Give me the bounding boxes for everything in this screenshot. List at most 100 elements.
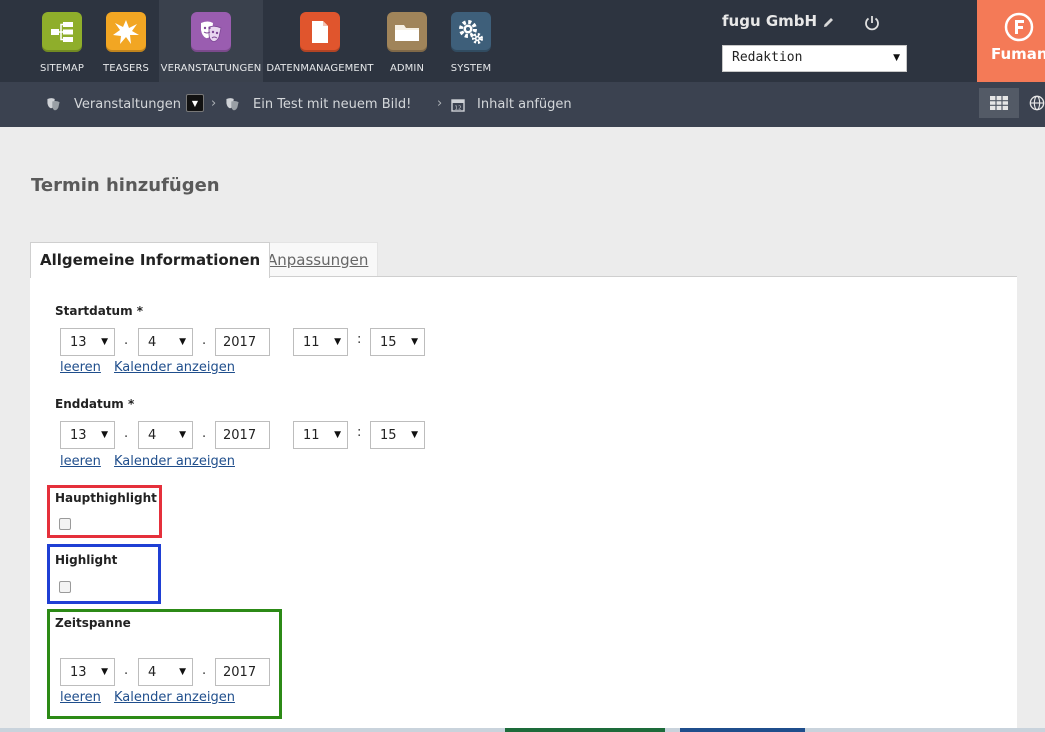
start-month-value: 4 (148, 335, 157, 350)
span-month-select[interactable]: 4 ▼ (138, 658, 193, 686)
end-hour-select[interactable]: 11 ▼ (293, 421, 348, 449)
end-minute-select[interactable]: 15 ▼ (370, 421, 425, 449)
start-clear-link[interactable]: leeren (60, 360, 101, 375)
time-separator: : (357, 332, 362, 347)
highlight-checkbox[interactable] (59, 581, 71, 593)
end-calendar-link[interactable]: Kalender anzeigen (114, 454, 235, 469)
highlight-label: Highlight (55, 553, 118, 567)
theater-masks-icon (226, 98, 239, 111)
caret-down-icon: ▼ (191, 98, 199, 108)
date-separator: . (124, 663, 129, 678)
nav-label-datenmanagement: DATENMANAGEMENT (266, 63, 374, 74)
start-hour-select[interactable]: 11 ▼ (293, 328, 348, 356)
chevron-down-icon: ▼ (101, 337, 108, 347)
span-day-select[interactable]: 13 ▼ (60, 658, 115, 686)
breadcrumb-item-veranstaltungen[interactable]: Veranstaltungen (45, 82, 181, 127)
chevron-right-icon: › (437, 96, 443, 111)
chevron-down-icon: ▼ (101, 667, 108, 677)
zeitspanne-label: Zeitspanne (55, 616, 131, 630)
end-clear-link[interactable]: leeren (60, 454, 101, 469)
date-separator: . (124, 426, 129, 441)
calendar-icon: 12 (451, 98, 465, 112)
span-month-value: 4 (148, 665, 157, 680)
start-minute-value: 15 (380, 335, 397, 350)
brand-text: Fuman (991, 45, 1045, 63)
date-separator: . (124, 333, 129, 348)
start-month-select[interactable]: 4 ▼ (138, 328, 193, 356)
end-hour-value: 11 (303, 428, 320, 443)
end-day-value: 13 (70, 428, 87, 443)
grid-icon (990, 96, 1008, 110)
span-calendar-link[interactable]: Kalender anzeigen (114, 690, 235, 705)
end-year-input[interactable] (215, 421, 270, 449)
breadcrumb-dropdown-button[interactable]: ▼ (186, 94, 204, 112)
tab-allgemeine-informationen[interactable]: Allgemeine Informationen (30, 242, 271, 278)
company-name: fugu GmbH (722, 12, 818, 30)
nav-item-system[interactable]: SYSTEM (441, 0, 501, 82)
breadcrumb-item-inhalt[interactable]: 12 Inhalt anfügen (451, 82, 572, 127)
chevron-down-icon: ▼ (179, 667, 186, 677)
startdatum-label: Startdatum * (55, 304, 144, 318)
breadcrumb-label: Ein Test mit neuem Bild! (253, 97, 412, 112)
chevron-down-icon: ▼ (411, 337, 418, 347)
nav-item-veranstaltungen[interactable]: VERANSTALTUNGEN (159, 0, 263, 82)
start-minute-select[interactable]: 15 ▼ (370, 328, 425, 356)
start-year-input[interactable] (215, 328, 270, 356)
date-separator: . (202, 426, 207, 441)
start-day-select[interactable]: 13 ▼ (60, 328, 115, 356)
chevron-down-icon: ▼ (411, 430, 418, 440)
bottom-edge-segment (505, 728, 665, 732)
chevron-down-icon: ▼ (179, 430, 186, 440)
brand-logo-area[interactable]: Fuman (977, 0, 1045, 82)
power-icon[interactable] (863, 14, 881, 32)
end-day-select[interactable]: 13 ▼ (60, 421, 115, 449)
chevron-down-icon: ▼ (334, 337, 341, 347)
enddatum-label: Enddatum * (55, 397, 135, 411)
chevron-down-icon: ▼ (334, 430, 341, 440)
page-title: Termin hinzufügen (31, 175, 220, 196)
chevron-down-icon: ▼ (101, 430, 108, 440)
theater-masks-icon (47, 98, 60, 111)
bottom-edge-segment (680, 728, 805, 732)
role-select[interactable]: Redaktion ▼ (722, 45, 907, 72)
nav-label-teasers: TEASERS (103, 63, 149, 74)
brand-logo-icon (1004, 12, 1034, 42)
nav-label-system: SYSTEM (450, 63, 492, 74)
chevron-right-icon: › (211, 96, 217, 111)
nav-item-teasers[interactable]: TEASERS (97, 0, 155, 82)
breadcrumb: Veranstaltungen › Ein Test mit neuem Bil… (0, 82, 1045, 127)
nav-label-admin: ADMIN (389, 63, 425, 74)
nav-item-datenmanagement[interactable]: DATENMANAGEMENT (266, 0, 374, 82)
folder-icon (387, 12, 427, 52)
pencil-icon[interactable] (821, 14, 835, 30)
end-month-select[interactable]: 4 ▼ (138, 421, 193, 449)
nav-item-admin[interactable]: ADMIN (377, 0, 437, 82)
time-separator: : (357, 425, 362, 440)
tab-anpassungen[interactable]: Anpassungen (257, 242, 379, 277)
span-clear-link[interactable]: leeren (60, 690, 101, 705)
end-minute-value: 15 (380, 428, 397, 443)
sitemap-icon (42, 12, 82, 52)
haupthighlight-label: Haupthighlight (55, 491, 157, 505)
theater-masks-icon (191, 12, 231, 52)
language-button[interactable] (1021, 88, 1045, 118)
date-separator: . (202, 663, 207, 678)
grid-view-button[interactable] (979, 88, 1019, 118)
burst-icon (106, 12, 146, 52)
date-separator: . (202, 333, 207, 348)
span-year-input[interactable] (215, 658, 270, 686)
chevron-down-icon: ▼ (893, 53, 900, 63)
nav-label-sitemap: SITEMAP (40, 63, 84, 74)
breadcrumb-item-event[interactable]: Ein Test mit neuem Bild! (224, 82, 411, 127)
haupthighlight-checkbox[interactable] (59, 518, 71, 530)
nav-item-sitemap[interactable]: SITEMAP (33, 0, 91, 82)
start-day-value: 13 (70, 335, 87, 350)
start-hour-value: 11 (303, 335, 320, 350)
gears-icon (451, 12, 491, 52)
start-calendar-link[interactable]: Kalender anzeigen (114, 360, 235, 375)
svg-text:12: 12 (455, 105, 462, 111)
globe-icon (1029, 95, 1045, 111)
document-icon (300, 12, 340, 52)
chevron-down-icon: ▼ (179, 337, 186, 347)
end-month-value: 4 (148, 428, 157, 443)
